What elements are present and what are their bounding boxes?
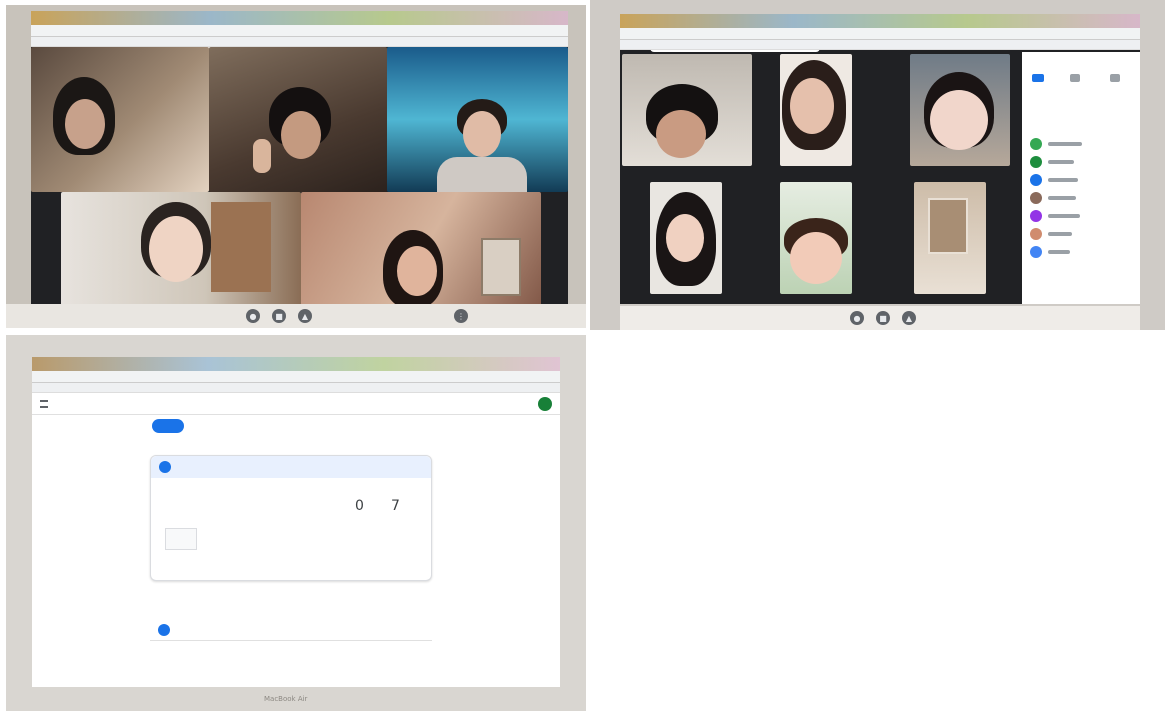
sidebar-item[interactable]	[52, 477, 132, 493]
browser-address-bar[interactable]	[32, 371, 560, 395]
bookmarks-bar[interactable]	[32, 383, 560, 393]
photo-meet-grid-eight: ● ■ ▲	[590, 0, 1165, 330]
participant-video-tile[interactable]	[31, 47, 209, 192]
video-icon[interactable]: ■	[876, 311, 890, 325]
menu-icon[interactable]	[40, 400, 48, 408]
laptop-screen: 0 7	[32, 357, 560, 687]
device-label: MacBook Air	[264, 695, 308, 703]
mic-icon[interactable]: ●	[850, 311, 864, 325]
assignment-card[interactable]: 0 7	[150, 455, 432, 581]
sidebar-item[interactable]	[52, 493, 132, 509]
browser-tab-strip[interactable]	[620, 14, 1140, 28]
turned-in-count: 0	[355, 498, 364, 514]
participant-video-tile[interactable]	[910, 54, 1010, 166]
participant-video-tile[interactable]	[387, 47, 568, 192]
mic-icon[interactable]: ●	[246, 309, 260, 323]
participant-row[interactable]	[1030, 228, 1072, 240]
video-icon[interactable]: ■	[272, 309, 286, 323]
activities-tab[interactable]	[1110, 74, 1120, 82]
create-button[interactable]	[152, 419, 184, 433]
browser-tab-strip[interactable]	[31, 11, 568, 25]
assigned-count: 7	[391, 498, 400, 514]
present-icon[interactable]: ▲	[902, 311, 916, 325]
meet-control-bar: ● ■ ▲ ⋮	[6, 304, 586, 328]
participant-video-tile[interactable]	[780, 182, 852, 294]
participant-row[interactable]	[1030, 138, 1082, 150]
assignment-icon	[158, 624, 170, 636]
sidebar-item[interactable]	[52, 509, 132, 525]
bookmarks-bar[interactable]	[31, 37, 568, 47]
browser-tab-strip[interactable]	[32, 357, 560, 371]
participant-video-tile[interactable]	[301, 192, 541, 319]
participant-video-tile[interactable]	[209, 47, 387, 192]
meet-control-bar: ● ■ ▲	[620, 306, 1140, 330]
people-tab[interactable]	[1032, 74, 1044, 82]
photo-classroom-page: 0 7 MacBook Air	[6, 335, 586, 711]
photo-meet-grid-five: ● ■ ▲ ⋮	[6, 5, 586, 328]
participant-row[interactable]	[1030, 156, 1074, 168]
chat-tab[interactable]	[1070, 74, 1080, 82]
sidebar-item[interactable]	[52, 429, 132, 445]
more-icon[interactable]: ⋮	[454, 309, 468, 323]
participant-row[interactable]	[1030, 246, 1070, 258]
participant-video-tile[interactable]	[61, 192, 301, 319]
present-icon[interactable]: ▲	[298, 309, 312, 323]
assignment-icon	[159, 461, 171, 473]
participant-video-tile[interactable]	[650, 182, 722, 294]
sidebar-item[interactable]	[52, 445, 132, 461]
participant-video-tile[interactable]	[914, 182, 986, 294]
participant-row[interactable]	[1030, 174, 1078, 186]
participant-row[interactable]	[1030, 210, 1080, 222]
participant-video-tile[interactable]	[780, 54, 852, 166]
people-panel	[1022, 52, 1140, 304]
laptop-screen	[620, 14, 1140, 304]
classroom-header	[32, 393, 560, 415]
avatar[interactable]	[538, 397, 552, 411]
participant-row[interactable]	[1030, 192, 1076, 204]
topic-sidebar	[52, 429, 132, 525]
laptop-screen	[31, 11, 568, 319]
browser-address-bar[interactable]	[31, 25, 568, 49]
browser-address-bar[interactable]	[620, 28, 1140, 52]
bookmarks-bar[interactable]	[620, 40, 1140, 50]
assignment-row[interactable]	[150, 619, 432, 641]
sidebar-item[interactable]	[52, 461, 132, 477]
attachment-thumbnail[interactable]	[165, 528, 197, 550]
participant-video-tile[interactable]	[622, 54, 752, 166]
